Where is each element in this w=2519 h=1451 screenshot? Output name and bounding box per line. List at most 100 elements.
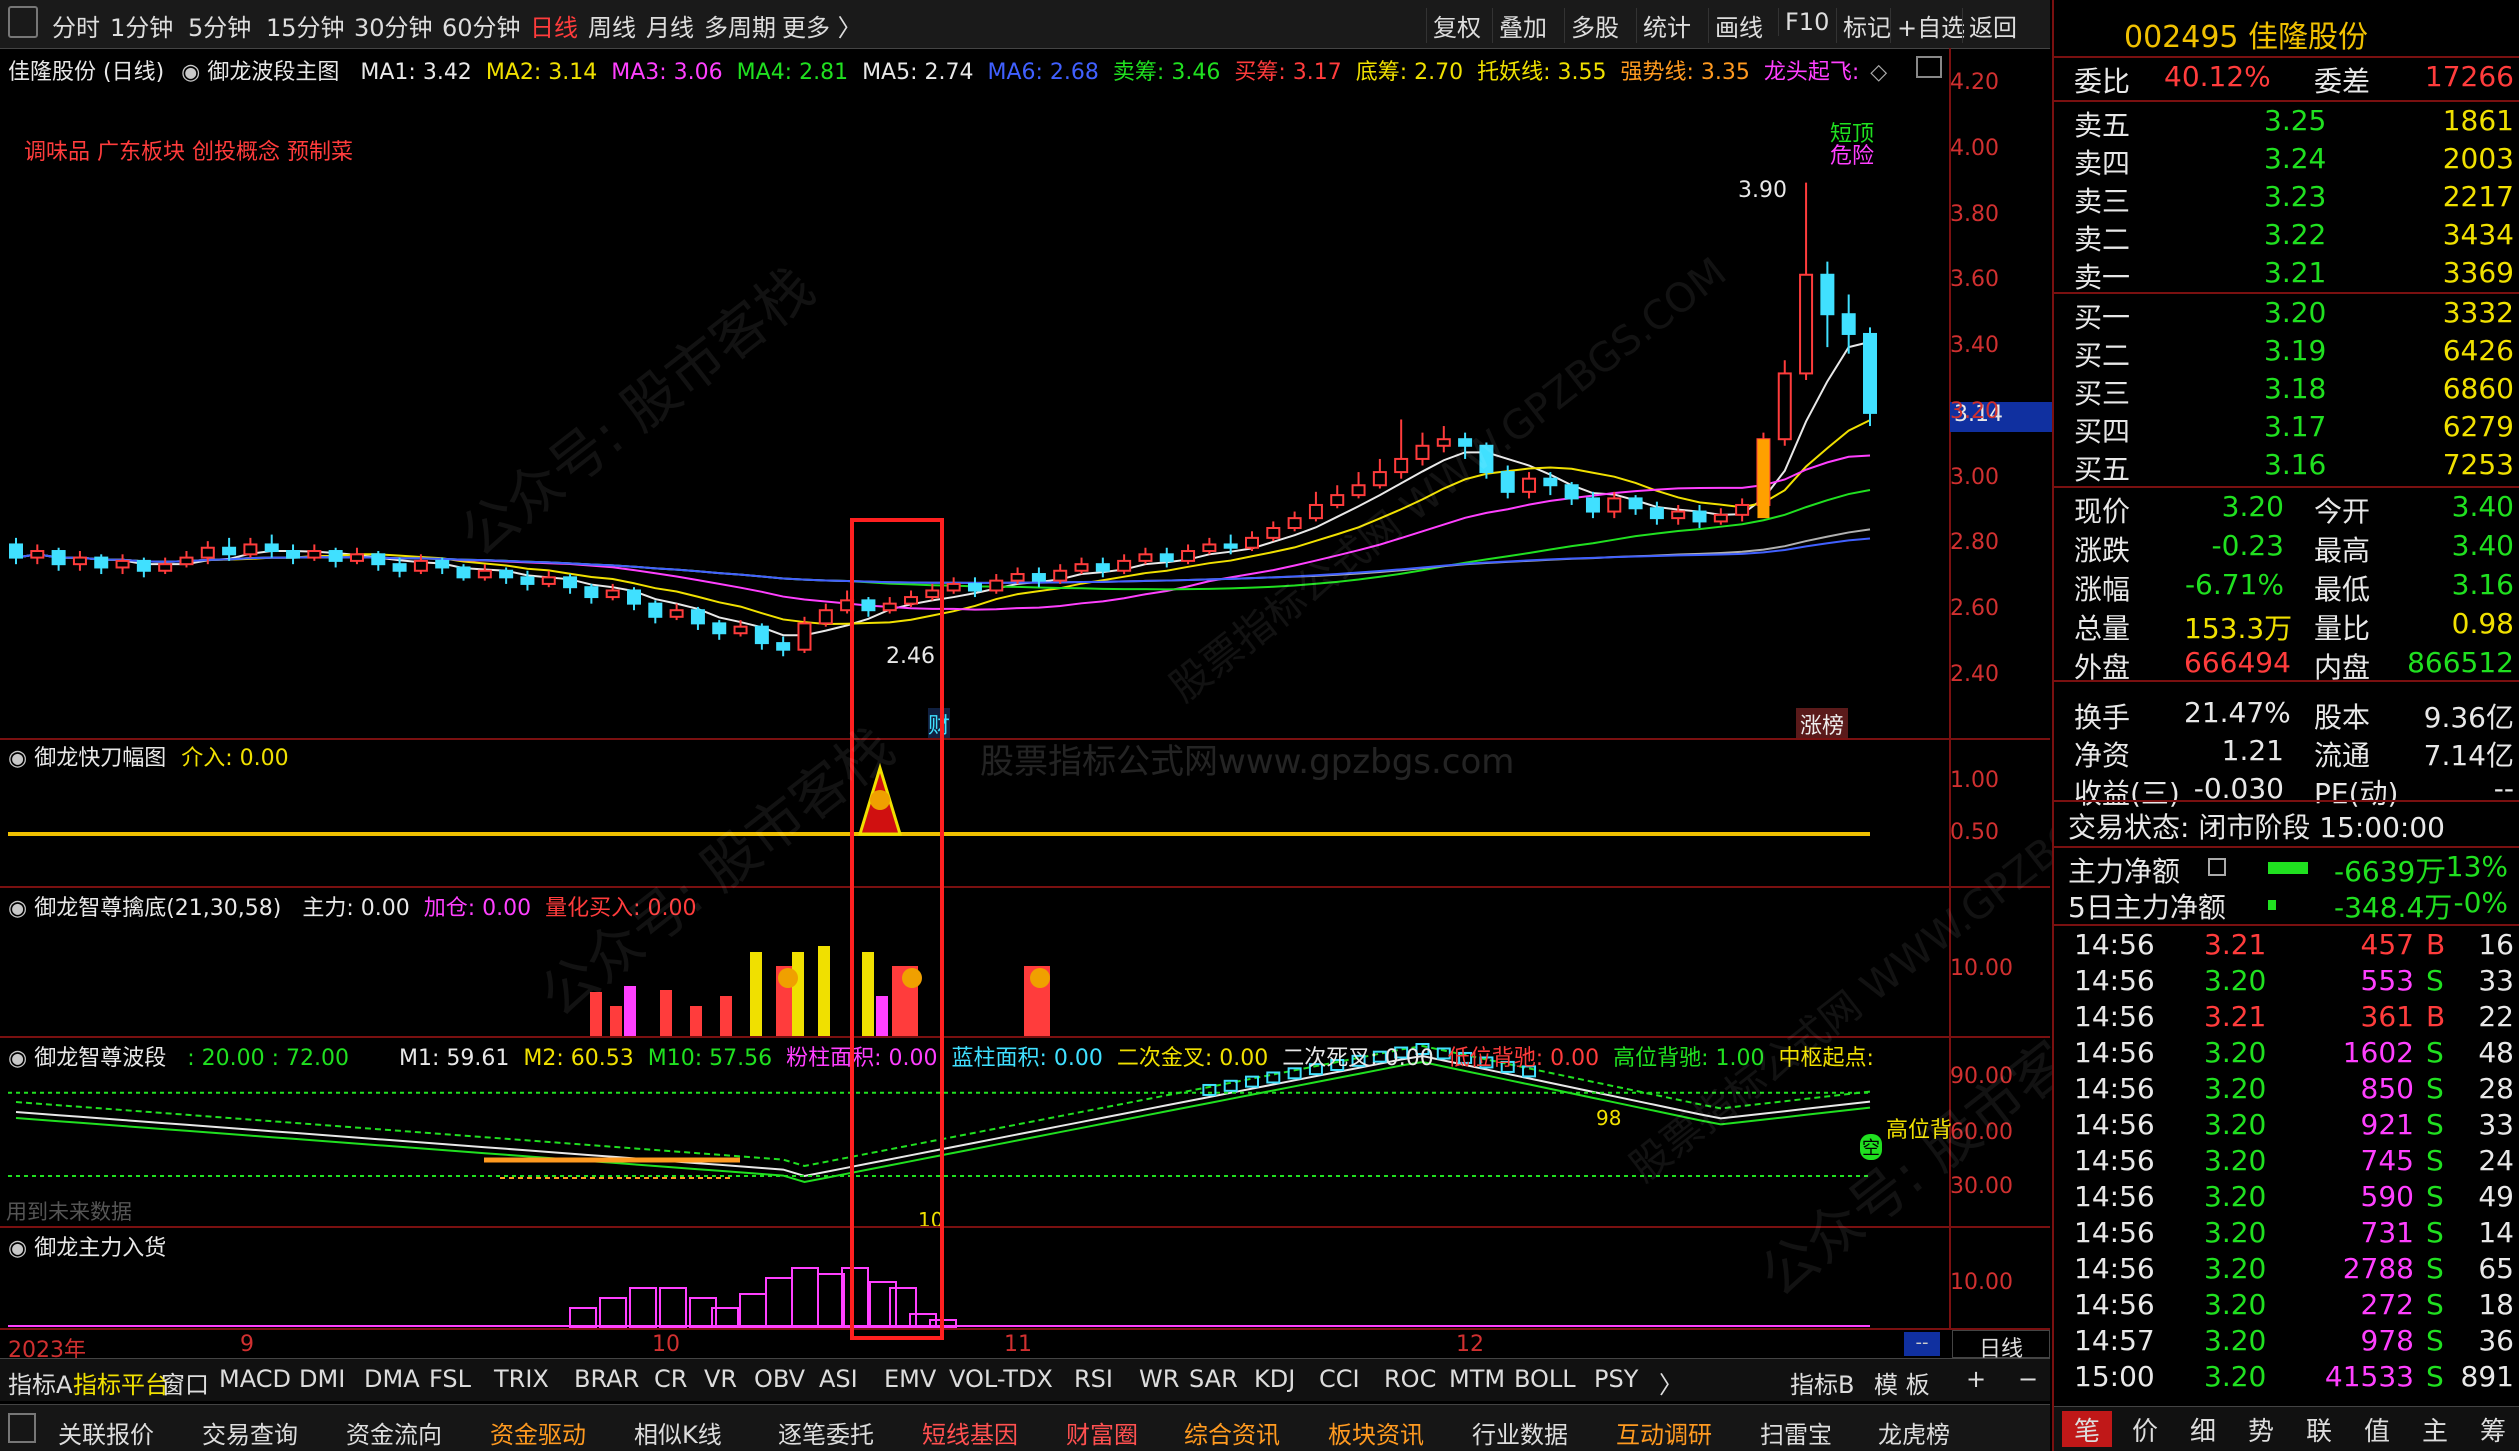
function-tab[interactable]: 交易查询	[202, 1415, 298, 1450]
indicator-tab[interactable]: SAR	[1189, 1365, 1238, 1393]
tick-row: 15:00 3.20 41533 S 891	[2074, 1360, 2514, 1398]
function-tab[interactable]: 逐笔委托	[778, 1415, 874, 1450]
function-tab[interactable]: 板块资讯	[1328, 1415, 1424, 1450]
quote-tab[interactable]: 价	[2120, 1411, 2170, 1447]
toolbar-button[interactable]: 统计	[1636, 8, 1697, 43]
indicator-tab[interactable]: BOLL	[1514, 1365, 1576, 1393]
indicator-tab[interactable]: VOL-TDX	[949, 1365, 1053, 1393]
ask-label: 卖四	[2074, 147, 2131, 180]
indicator-tab[interactable]: CCI	[1319, 1365, 1360, 1393]
function-tab[interactable]: 短线基因	[922, 1415, 1018, 1450]
indicator-tab[interactable]: BRAR	[574, 1365, 639, 1393]
indicator-tab[interactable]: 指标平台	[73, 1365, 169, 1400]
indicator-tab[interactable]: KDJ	[1254, 1365, 1295, 1393]
quote-tab[interactable]: 联	[2294, 1411, 2344, 1447]
function-menu-icon[interactable]	[8, 1413, 36, 1443]
quote-tab[interactable]: 值	[2352, 1411, 2402, 1447]
function-tab[interactable]: 财富圈	[1066, 1415, 1138, 1450]
function-tab[interactable]: 龙虎榜	[1878, 1415, 1950, 1450]
indicator-tab[interactable]: FSL	[429, 1365, 471, 1393]
toolbar-button[interactable]: 复权	[1426, 8, 1487, 43]
candle-body	[1671, 510, 1686, 520]
indicator-right-button[interactable]: 模 板	[1874, 1365, 1930, 1400]
ask-row[interactable]: 卖五 3.25 1861	[2074, 104, 2514, 142]
scroll-indicator[interactable]: --	[1904, 1332, 1940, 1356]
indicator-right-button[interactable]: −	[2018, 1365, 2038, 1393]
indicator-tab[interactable]: DMI	[299, 1365, 345, 1393]
toolbar-button[interactable]: 画线	[1708, 8, 1769, 43]
bid-row[interactable]: 买五 3.16 7253	[2074, 448, 2514, 486]
indicator-tab[interactable]: MTM	[1449, 1365, 1505, 1393]
indicator-tab[interactable]: WR	[1139, 1365, 1179, 1393]
chart-area[interactable]: 佳隆股份 (日线) ◉ 御龙波段主图 MA1: 3.42 MA2: 3.14 MA3…	[0, 48, 2195, 1363]
ask-row[interactable]: 卖二 3.22 3434	[2074, 218, 2514, 256]
bid-row[interactable]: 买二 3.19 6426	[2074, 334, 2514, 372]
period-tab[interactable]: 15分钟	[266, 8, 345, 43]
period-label[interactable]: 日线	[1952, 1330, 2050, 1362]
indicator-tab[interactable]: MACD	[219, 1365, 291, 1393]
toolbar-button[interactable]: 标记	[1836, 8, 1897, 43]
indicator-right-button[interactable]: 指标B	[1790, 1365, 1854, 1400]
candle-body	[51, 550, 66, 566]
quote-tab[interactable]: 筹	[2468, 1411, 2518, 1447]
function-tab[interactable]: 行业数据	[1472, 1415, 1568, 1450]
period-tab[interactable]: 30分钟	[354, 8, 433, 43]
indicator-tab[interactable]: 指标A	[8, 1365, 72, 1400]
period-tab[interactable]: 多周期	[704, 8, 776, 43]
indicator-tab[interactable]: PSY	[1594, 1365, 1638, 1393]
menu-toggle-icon[interactable]	[8, 6, 38, 38]
bid-row[interactable]: 买三 3.18 6860	[2074, 372, 2514, 410]
quote-tab[interactable]: 势	[2236, 1411, 2286, 1447]
quote-tab[interactable]: 主	[2410, 1411, 2460, 1447]
function-tab[interactable]: 扫雷宝	[1760, 1415, 1832, 1450]
indicator-tab[interactable]: DMA	[364, 1365, 420, 1393]
period-tab[interactable]: 分时	[52, 8, 100, 43]
indicator-tab[interactable]: EMV	[884, 1365, 936, 1393]
ask-row[interactable]: 卖一 3.21 3369	[2074, 256, 2514, 294]
period-tab[interactable]: 5分钟	[188, 8, 251, 43]
ask-row[interactable]: 卖三 3.23 2217	[2074, 180, 2514, 218]
function-tab[interactable]: 互动调研	[1616, 1415, 1712, 1450]
indicator-tab[interactable]: 〉	[1659, 1365, 1683, 1400]
period-tab[interactable]: 日线	[530, 8, 578, 43]
function-tab[interactable]: 资金驱动	[490, 1415, 586, 1450]
candle-body	[1351, 484, 1366, 497]
ask-row[interactable]: 卖四 3.24 2003	[2074, 142, 2514, 180]
pane-toggle-icon[interactable]: ◉	[8, 1046, 27, 1071]
function-tab[interactable]: 相似K线	[634, 1415, 722, 1450]
indicator-tab[interactable]: RSI	[1074, 1365, 1113, 1393]
indicator-tab[interactable]: TRIX	[494, 1365, 549, 1393]
info-icon[interactable]	[2208, 858, 2226, 876]
indicator-tab[interactable]: CR	[654, 1365, 687, 1393]
period-tab[interactable]: 周线	[588, 8, 636, 43]
zhangbang-marker[interactable]: 涨榜	[1796, 708, 1849, 740]
indicator-tab[interactable]: OBV	[754, 1365, 805, 1393]
candle-body	[456, 566, 471, 579]
indicator-tab[interactable]: VR	[704, 1365, 737, 1393]
function-tab[interactable]: 资金流向	[346, 1415, 442, 1450]
indicator-right-button[interactable]: +	[1966, 1365, 1986, 1393]
period-tab[interactable]: 月线	[646, 8, 694, 43]
indicator-tab[interactable]: 窗口	[161, 1365, 209, 1400]
pane-toggle-icon[interactable]: ◉	[8, 746, 27, 771]
indicator-tab[interactable]: ROC	[1384, 1365, 1436, 1393]
bid-row[interactable]: 买一 3.20 3332	[2074, 296, 2514, 334]
function-tab[interactable]: 综合资讯	[1184, 1415, 1280, 1450]
toolbar-button[interactable]: 叠加	[1492, 8, 1553, 43]
toolbar-button[interactable]: F10	[1778, 8, 1835, 36]
toolbar-button[interactable]: 多股	[1564, 8, 1625, 43]
indicator-tab[interactable]: ASI	[819, 1365, 858, 1393]
quote-tab[interactable]: 细	[2178, 1411, 2228, 1447]
toolbar-button[interactable]: 返回	[1962, 8, 2023, 43]
period-tab[interactable]: 60分钟	[442, 8, 521, 43]
toolbar-button[interactable]: +自选	[1890, 8, 1971, 43]
bid-row[interactable]: 买四 3.17 6279	[2074, 410, 2514, 448]
function-tab[interactable]: 关联报价	[58, 1415, 154, 1450]
period-tab[interactable]: 更多 〉	[782, 8, 862, 43]
quote-tab[interactable]: 笔	[2062, 1411, 2112, 1447]
pane-toggle-icon[interactable]: ◉	[8, 896, 27, 921]
pane-toggle-icon[interactable]: ◉	[8, 1236, 27, 1261]
candle-body	[9, 543, 23, 559]
tick-count: 33	[2478, 964, 2514, 997]
period-tab[interactable]: 1分钟	[110, 8, 173, 43]
